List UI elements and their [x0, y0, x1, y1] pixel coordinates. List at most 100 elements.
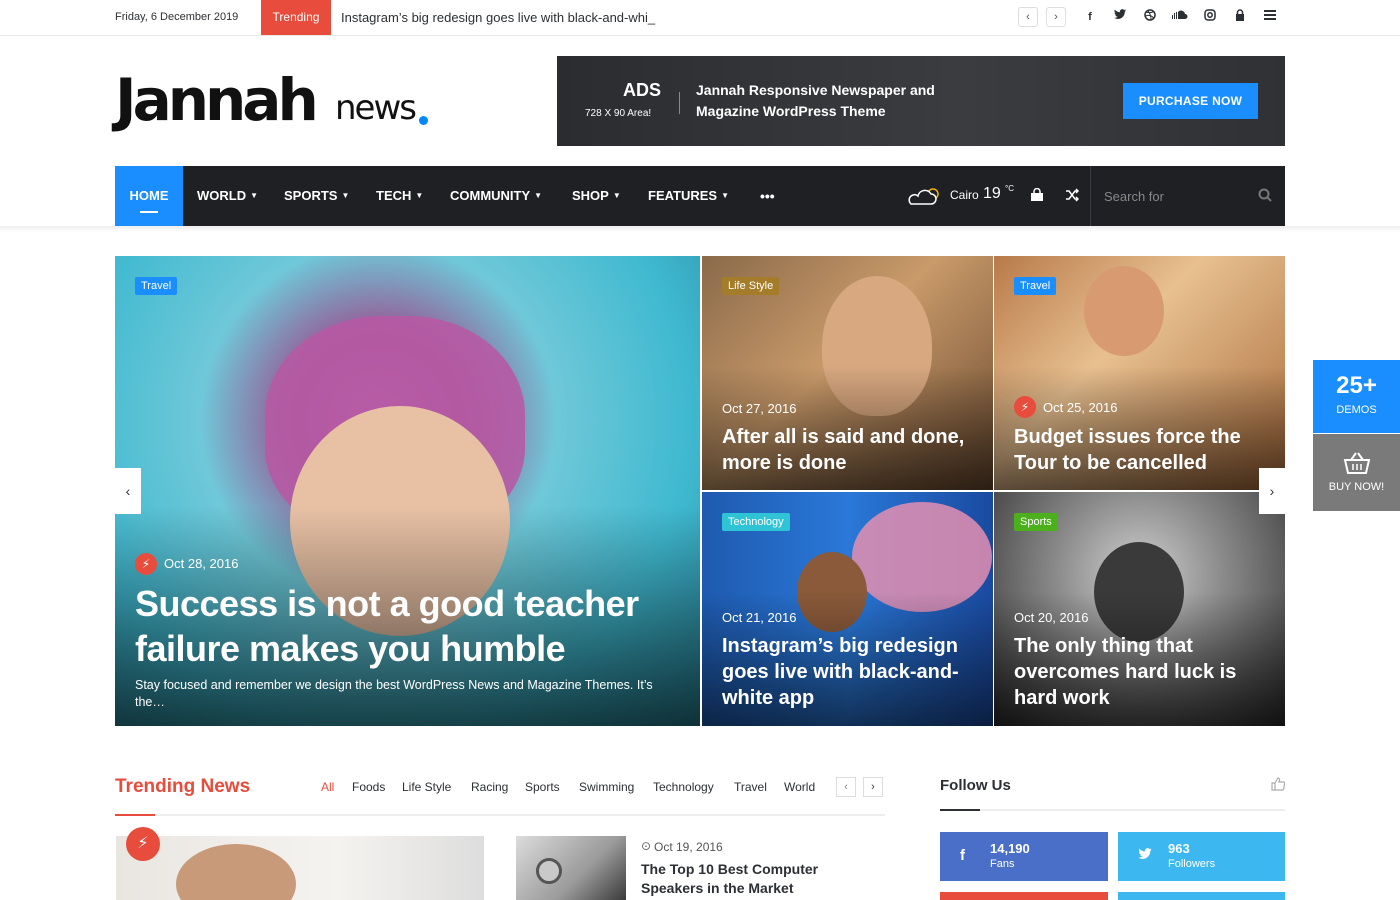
hero-post-tile[interactable]: Technology Oct 21, 2016 Instagram’s big …: [702, 492, 993, 726]
facebook-icon: f: [960, 847, 965, 864]
post-title[interactable]: The only thing that overcomes hard luck …: [1014, 633, 1279, 711]
hero-post-tile[interactable]: Sports Oct 20, 2016 The only thing that …: [994, 492, 1285, 726]
twitter-label: Followers: [1168, 858, 1216, 870]
filter-life-style[interactable]: Life Style: [402, 780, 451, 794]
twitter-follow-button[interactable]: 963 Followers: [1118, 832, 1285, 881]
buy-now-widget[interactable]: BUY NOW!: [1313, 434, 1400, 511]
header-ad-banner[interactable]: ADS 728 X 90 Area! Jannah Responsive New…: [557, 56, 1285, 146]
weather-temperature: 19: [983, 185, 1001, 202]
main-navigation: HOME WORLD ▼ SPORTS ▼ TECH ▼ COMMUNITY ▼ SHO…: [115, 166, 1285, 230]
ad-text: Jannah Responsive Newspaper and Magazine…: [696, 82, 935, 119]
post-title[interactable]: Instagram’s big redesign goes live with …: [722, 633, 987, 711]
lock-icon[interactable]: [1233, 9, 1247, 25]
slider-next-button[interactable]: ›: [1259, 468, 1285, 514]
lightning-icon: ⚡: [126, 827, 160, 861]
filter-swimming[interactable]: Swimming: [579, 780, 634, 794]
post-thumbnail[interactable]: [516, 836, 626, 900]
hero-main-post[interactable]: Travel ⚡ Oct 28, 2016 Success is not a g…: [115, 256, 700, 726]
hero-post-tile[interactable]: Travel ⚡ Oct 25, 2016 Budget issues forc…: [994, 256, 1285, 490]
post-excerpt: Stay focused and remember we design the …: [135, 678, 653, 709]
nav-item-features-label: FEATURES: [648, 188, 718, 203]
shuffle-icon[interactable]: [1065, 188, 1080, 205]
filter-racing[interactable]: Racing: [471, 780, 508, 794]
post-date: Oct 25, 2016: [1043, 400, 1118, 415]
filter-foods[interactable]: Foods: [352, 780, 385, 794]
facebook-label: Fans: [990, 858, 1015, 870]
trending-next-button[interactable]: ›: [1046, 7, 1066, 27]
post-date: Oct 27, 2016: [722, 401, 797, 416]
post-title[interactable]: Budget issues force the Tour to be cance…: [1014, 424, 1279, 476]
follow-divider-accent: [940, 809, 980, 811]
filter-travel[interactable]: Travel: [734, 780, 767, 794]
trending-next-page-button[interactable]: ›: [863, 777, 883, 797]
social-follow-button[interactable]: [1118, 892, 1285, 900]
dribbble-icon[interactable]: [1143, 9, 1157, 25]
trending-prev-button[interactable]: ‹: [1018, 7, 1038, 27]
nav-item-shop-label: SHOP: [572, 188, 609, 203]
post-date: Oct 19, 2016: [654, 840, 723, 854]
nav-item-features[interactable]: FEATURES ▼: [648, 166, 729, 226]
facebook-count: 14,190: [990, 841, 1030, 856]
trending-divider: [115, 814, 885, 816]
facebook-icon[interactable]: f: [1083, 9, 1097, 25]
nav-item-community-label: COMMUNITY: [450, 188, 531, 203]
twitter-count: 963: [1168, 841, 1190, 856]
nav-item-world[interactable]: WORLD ▼: [197, 166, 258, 226]
nav-more-button[interactable]: •••: [760, 166, 775, 226]
post-title[interactable]: Success is not a good teacher failure ma…: [135, 581, 695, 671]
chevron-down-icon: ▼: [415, 191, 424, 200]
thumbnail-image-shape: [176, 844, 296, 900]
hero-post-tile[interactable]: Life Style Oct 27, 2016 After all is sai…: [702, 256, 993, 490]
nav-item-tech-label: TECH: [376, 188, 412, 203]
basket-icon: [1313, 451, 1400, 480]
nav-item-world-label: WORLD: [197, 188, 247, 203]
trending-main-thumbnail[interactable]: [116, 836, 484, 900]
nav-item-community[interactable]: COMMUNITY ▼: [450, 166, 542, 226]
post-title[interactable]: After all is said and done, more is done: [722, 424, 982, 476]
weather-unit: °C: [1005, 184, 1014, 193]
category-badge[interactable]: Travel: [135, 277, 178, 295]
chevron-down-icon: ▼: [341, 191, 350, 200]
ad-size-text: 728 X 90 Area!: [585, 108, 652, 119]
social-follow-button[interactable]: [940, 892, 1108, 900]
search-input[interactable]: Search for: [1104, 189, 1164, 204]
category-badge[interactable]: Life Style: [722, 277, 780, 295]
chevron-down-icon: ▼: [250, 191, 259, 200]
filter-technology[interactable]: Technology: [653, 780, 714, 794]
search-form: Search for: [1090, 166, 1285, 226]
post-title[interactable]: The Top 10 Best Computer Speakers in the…: [641, 860, 851, 898]
follow-us-heading: Follow Us: [940, 777, 1011, 794]
demos-widget[interactable]: 25+ DEMOS: [1313, 360, 1400, 433]
shopping-bag-icon[interactable]: [1030, 187, 1044, 205]
nav-item-home-label: HOME: [129, 188, 169, 203]
soundcloud-icon[interactable]: [1171, 9, 1189, 25]
nav-item-shop[interactable]: SHOP ▼: [572, 166, 621, 226]
category-badge[interactable]: Technology: [722, 513, 790, 531]
trending-prev-page-button[interactable]: ‹: [836, 777, 856, 797]
lightning-icon: ⚡: [1014, 396, 1036, 418]
weather-cloud-icon: [903, 186, 943, 209]
instagram-icon[interactable]: [1203, 9, 1217, 25]
lightning-icon: ⚡: [135, 553, 157, 575]
nav-item-sports[interactable]: SPORTS ▼: [284, 166, 349, 226]
category-badge[interactable]: Travel: [1014, 277, 1057, 295]
chevron-down-icon: ▼: [534, 191, 543, 200]
nav-item-home[interactable]: HOME: [115, 166, 183, 230]
logo-dot: [419, 116, 428, 125]
menu-icon[interactable]: [1263, 9, 1277, 25]
filter-world[interactable]: World: [784, 780, 815, 794]
post-date: Oct 20, 2016: [1014, 610, 1089, 625]
facebook-follow-button[interactable]: f 14,190 Fans: [940, 832, 1108, 881]
twitter-icon[interactable]: [1113, 9, 1127, 25]
trending-headline-link[interactable]: Instagram’s big redesign goes live with …: [341, 10, 655, 25]
nav-item-tech[interactable]: TECH ▼: [376, 166, 423, 226]
demos-label: DEMOS: [1336, 404, 1377, 416]
thumbs-up-icon: [1271, 777, 1286, 796]
slider-prev-button[interactable]: ‹: [115, 468, 141, 514]
filter-sports[interactable]: Sports: [525, 780, 560, 794]
category-badge[interactable]: Sports: [1014, 513, 1058, 531]
purchase-now-button[interactable]: PURCHASE NOW: [1123, 83, 1258, 119]
search-icon[interactable]: [1258, 188, 1272, 202]
demos-count: 25+: [1336, 372, 1377, 399]
filter-all[interactable]: All: [321, 780, 334, 794]
